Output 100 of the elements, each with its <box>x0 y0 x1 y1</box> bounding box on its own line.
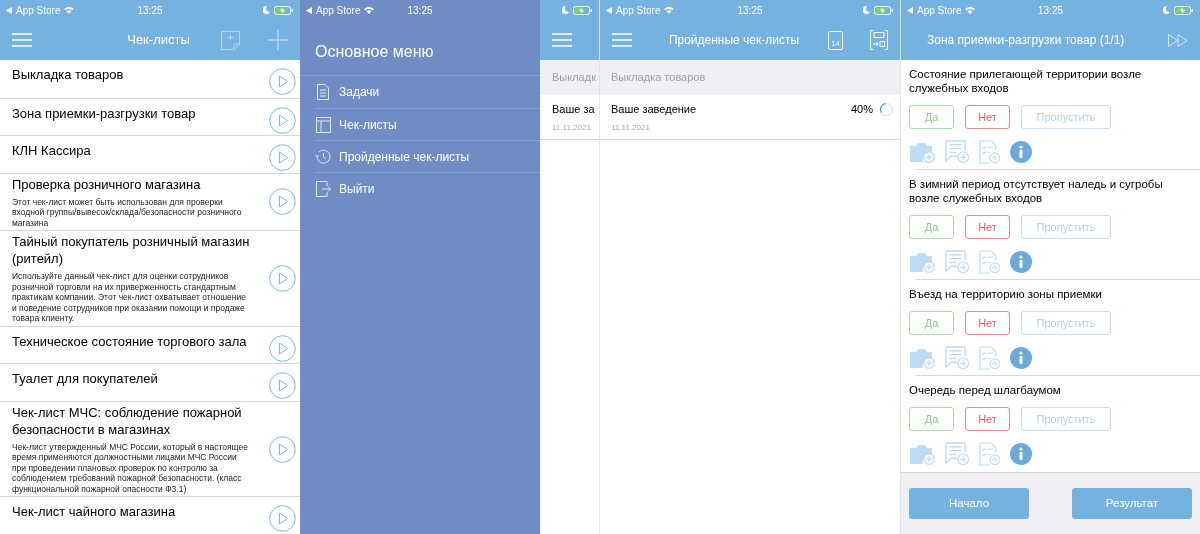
add-checklist-icon[interactable] <box>979 442 1001 466</box>
carrier-label[interactable]: App Store <box>616 2 661 18</box>
note-add-icon[interactable] <box>221 30 240 50</box>
add-photo-icon[interactable] <box>909 251 936 273</box>
play-icon[interactable] <box>269 144 296 172</box>
logout-icon <box>315 180 331 197</box>
carrier-label[interactable]: App Store <box>16 2 61 18</box>
info-icon[interactable] <box>1010 251 1032 273</box>
add-photo-icon[interactable] <box>909 443 936 465</box>
export-icon[interactable] <box>870 30 888 50</box>
spinner-icon <box>879 102 894 117</box>
back-arrow-icon[interactable] <box>606 6 612 14</box>
moon-icon <box>562 6 569 14</box>
answer-button[interactable]: Нет <box>965 311 1010 335</box>
checklist-title[interactable]: КЛН Кассира <box>12 142 261 160</box>
document-icon <box>317 84 329 100</box>
play-icon[interactable] <box>269 188 296 216</box>
footer-button[interactable]: Начало <box>909 488 1029 519</box>
battery-icon <box>1174 5 1194 15</box>
wifi-icon <box>664 6 675 14</box>
answer-button[interactable]: Да <box>909 215 954 239</box>
checklist-title[interactable]: Чек-лист чайного магазина <box>12 503 261 521</box>
moon-icon <box>863 6 870 14</box>
play-icon[interactable] <box>269 334 296 362</box>
checklist-description: Чек-лист утвержденный МЧС России, который в настоящее время применяются должностными лицами МЧС России при проведении плановых проверок по контролю за соблюдением требований пожарной безопасности. (класс функциональной пожарной опасности Ф3.1) <box>12 441 249 495</box>
checklist-title[interactable]: Туалет для покупателей <box>12 370 261 388</box>
menu-item[interactable]: Пройденные чек-листы <box>315 140 540 172</box>
play-icon[interactable] <box>269 435 296 463</box>
answer-button[interactable]: Нет <box>965 407 1010 431</box>
history-title: Ваше заведение <box>611 102 698 117</box>
menu-item[interactable]: Чек-листы <box>315 108 540 140</box>
layout-icon <box>315 116 331 133</box>
carrier-label[interactable]: App Store <box>917 2 962 18</box>
question-text: Очередь перед шлагбаумом <box>909 383 1062 397</box>
menu-item[interactable]: Задачи <box>315 76 540 108</box>
screen-title: Пройденные чек-листы <box>667 32 801 49</box>
status-time: 13:25 <box>137 3 163 18</box>
wifi-icon <box>64 6 75 14</box>
answer-button[interactable]: Да <box>909 105 954 129</box>
question-text: Въезд на территорию зоны приемки <box>909 287 1103 301</box>
add-photo-icon[interactable] <box>909 347 936 369</box>
answer-button[interactable]: Да <box>909 311 954 335</box>
checklist-title[interactable]: Проверка розничного магазина <box>12 175 261 193</box>
menu-icon[interactable] <box>12 33 32 47</box>
play-icon[interactable] <box>269 68 296 95</box>
checklist-title[interactable]: Зона приемки-разгрузки товар <box>12 104 261 122</box>
back-arrow-icon[interactable] <box>306 6 312 14</box>
history-title: Ваше за <box>552 102 596 117</box>
screen-title: Зона приемки-разгрузки товар (1/1) <box>927 32 1126 49</box>
add-checklist-icon[interactable] <box>979 250 1001 274</box>
history-date: 11.11.2021 <box>611 121 651 134</box>
history-date: 11.11.2021 <box>552 121 592 134</box>
moon-icon <box>1163 6 1170 14</box>
moon-icon <box>263 6 270 14</box>
status-time: 13:25 <box>407 3 433 18</box>
play-icon[interactable] <box>269 372 296 400</box>
answer-button[interactable]: Да <box>909 407 954 431</box>
checklist-description: Этот чек-лист может быть использован для проверки входной группы/вывесок/склада/безопасности розничного магазина <box>12 196 243 229</box>
info-icon[interactable] <box>1010 443 1032 465</box>
play-icon[interactable] <box>269 264 296 292</box>
screen-title: Чек-листы <box>126 31 191 50</box>
carrier-label[interactable]: App Store <box>316 2 361 18</box>
menu-icon[interactable] <box>552 33 572 47</box>
battery-icon <box>274 5 294 15</box>
question-text: В зимний период отсутствует наледь и сугробы возле служебных входов <box>909 177 1164 205</box>
section-header: Выкладк <box>552 70 596 86</box>
add-comment-icon[interactable] <box>945 140 970 164</box>
battery-icon <box>874 5 894 15</box>
add-comment-icon[interactable] <box>945 346 970 370</box>
menu-item[interactable]: Выйти <box>315 172 540 204</box>
menu-icon[interactable] <box>612 33 632 47</box>
fast-forward-icon[interactable] <box>1168 33 1188 47</box>
checklist-description: Используйте данный чек-лист для оценки сотрудников розничной торговли на их приверженность стандартным практикам компании. Этот чек-лист охватывает отношение и поведение сотрудников при оказании помощи и продаже товара клиенту. <box>12 271 247 324</box>
play-icon[interactable] <box>269 505 296 533</box>
status-time: 13:25 <box>1038 3 1063 18</box>
add-photo-icon[interactable] <box>909 141 936 163</box>
play-icon[interactable] <box>269 106 296 134</box>
back-arrow-icon[interactable] <box>907 6 913 14</box>
add-checklist-icon[interactable] <box>979 140 1001 164</box>
checklist-title[interactable]: Выкладка товаров <box>12 66 261 83</box>
progress-percent: 40% <box>850 102 873 117</box>
question-text: Состояние прилегающей территории возле служебных входов <box>909 67 1143 95</box>
checklist-title[interactable]: Тайный покупатель розничный магазин (ритейл) <box>12 233 261 268</box>
checklist-title[interactable]: Чек-лист МЧС: соблюдение пожарной безопасности в магазинах <box>12 403 261 438</box>
menu-title: Основное меню <box>314 42 435 62</box>
checklist-title[interactable]: Техническое состояние торгового зала <box>12 332 261 350</box>
info-icon[interactable] <box>1010 347 1032 369</box>
info-icon[interactable] <box>1010 141 1032 163</box>
footer-button[interactable]: Результат <box>1072 488 1192 519</box>
add-comment-icon[interactable] <box>945 250 970 274</box>
battery-icon <box>573 5 593 15</box>
back-arrow-icon[interactable] <box>6 6 12 14</box>
answer-button[interactable]: Нет <box>965 105 1010 129</box>
answer-button[interactable]: Нет <box>965 215 1010 239</box>
plus-icon[interactable] <box>268 30 288 50</box>
add-checklist-icon[interactable] <box>979 346 1001 370</box>
status-time: 13:25 <box>737 3 763 18</box>
wifi-icon <box>965 6 976 14</box>
wifi-icon <box>364 6 375 14</box>
add-comment-icon[interactable] <box>945 442 970 466</box>
